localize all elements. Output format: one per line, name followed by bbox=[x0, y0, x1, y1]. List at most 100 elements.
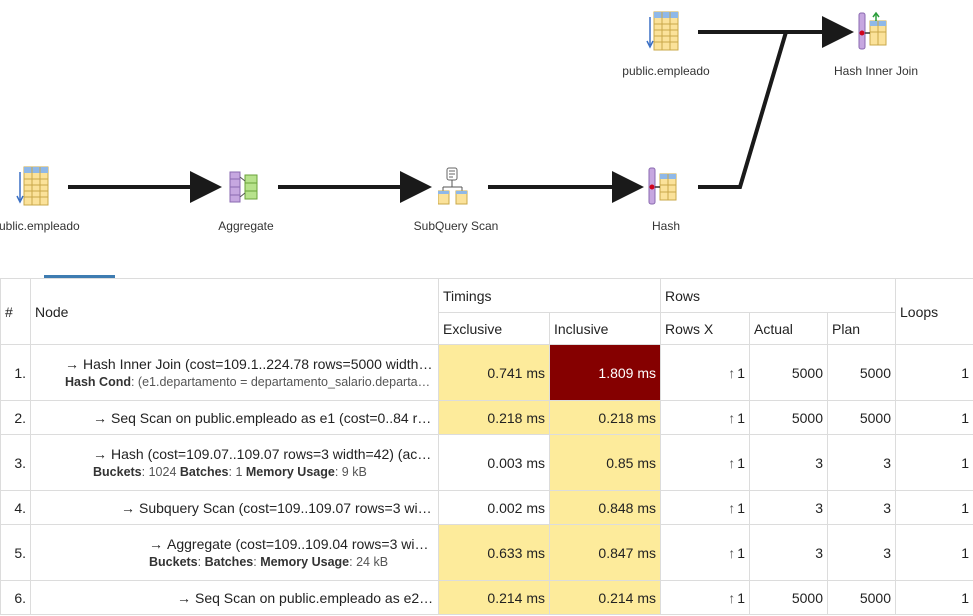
explain-analysis-table: # Node Timings Rows Loops Exclusive Incl… bbox=[0, 278, 973, 615]
node-description: → Seq Scan on public.empleado as e1 (cost… bbox=[93, 410, 434, 426]
rows-actual: 3 bbox=[749, 434, 828, 491]
table-header-row: # Node Timings Rows Loops bbox=[0, 278, 973, 345]
detail-key: Buckets bbox=[149, 555, 198, 569]
inclusive-time: 0.847 ms bbox=[549, 524, 661, 581]
rows-x: ↑ 1 bbox=[660, 580, 750, 615]
subquery-scan-icon bbox=[438, 167, 468, 205]
node-description: →Seq Scan on public.empleado as e2 (cost… bbox=[177, 590, 434, 606]
node-cell[interactable]: → Hash Inner Join (cost=109.1..224.78 row… bbox=[30, 344, 439, 401]
rows-actual: 5000 bbox=[749, 344, 828, 401]
rows-x-arrow-icon: ↑ bbox=[728, 589, 736, 606]
rows-x-arrow-icon: ↑ bbox=[728, 499, 736, 516]
rows-x: ↑ 1 bbox=[660, 434, 750, 491]
table-row[interactable]: 1. → Hash Inner Join (cost=109.1..224.78 r… bbox=[0, 344, 973, 401]
column-header-node[interactable]: Node bbox=[30, 278, 439, 345]
plan-node-label: public.empleado bbox=[622, 64, 710, 78]
detail-key: Hash Cond bbox=[65, 375, 131, 389]
node-text: Seq Scan on public.empleado as e1 (cost=… bbox=[111, 409, 434, 426]
rows-actual: 3 bbox=[749, 524, 828, 581]
node-cell[interactable]: → Subquery Scan (cost=109..109.07 rows=3 … bbox=[30, 490, 439, 525]
loops: 1 bbox=[895, 400, 973, 435]
node-description: → Subquery Scan (cost=109..109.07 rows=3 … bbox=[121, 500, 434, 516]
rows-plan: 5000 bbox=[827, 344, 896, 401]
column-header-inclusive[interactable]: Inclusive bbox=[549, 312, 661, 345]
node-cell[interactable]: → Seq Scan on public.empleado as e1 (cost… bbox=[30, 400, 439, 435]
detail-value: : 1024 bbox=[141, 465, 180, 479]
rows-x: ↑ 1 bbox=[660, 400, 750, 435]
aggregate-icon bbox=[229, 171, 258, 203]
explain-diagram: public.empleado Aggregate SubQuery Scan … bbox=[0, 0, 973, 278]
column-header-rows-x[interactable]: Rows X bbox=[660, 312, 750, 345]
loops: 1 bbox=[895, 490, 973, 525]
node-text: Aggregate (cost=109..109.04 rows=3 width… bbox=[167, 536, 434, 552]
rows-x: ↑ 1 bbox=[660, 524, 750, 581]
rows-x-value: 1 bbox=[737, 589, 745, 606]
detail-value: : 24 kB bbox=[349, 555, 389, 569]
node-cell[interactable]: →Seq Scan on public.empleado as e2 (cost… bbox=[30, 580, 439, 615]
rows-x: ↑ 1 bbox=[660, 490, 750, 525]
exclusive-time: 0.214 ms bbox=[438, 580, 550, 615]
table-row[interactable]: 4. → Subquery Scan (cost=109..109.07 rows=… bbox=[0, 490, 973, 525]
column-header-index[interactable]: # bbox=[0, 278, 31, 345]
detail-key: Memory Usage bbox=[260, 555, 350, 569]
inclusive-time: 0.848 ms bbox=[549, 490, 661, 525]
plan-edges bbox=[68, 16, 854, 203]
rows-x-value: 1 bbox=[737, 499, 745, 516]
node-text: Hash Inner Join (cost=109.1..224.78 rows… bbox=[83, 356, 434, 372]
plan-node-label: Hash Inner Join bbox=[833, 64, 919, 78]
plan-node-label: Hash bbox=[651, 219, 681, 233]
row-index: 4. bbox=[0, 490, 31, 525]
table-row[interactable]: 6. →Seq Scan on public.empleado as e2 (co… bbox=[0, 580, 973, 615]
column-header-actual[interactable]: Actual bbox=[749, 312, 828, 345]
loops: 1 bbox=[895, 524, 973, 581]
loops: 1 bbox=[895, 580, 973, 615]
seq-scan-icon bbox=[646, 11, 679, 51]
inclusive-time: 1.809 ms bbox=[549, 344, 661, 401]
column-header-loops[interactable]: Loops bbox=[895, 278, 973, 345]
node-text: Hash (cost=109.07..109.07 rows=3 width=4… bbox=[111, 446, 434, 462]
loops: 1 bbox=[895, 434, 973, 491]
node-description: → Hash (cost=109.07..109.07 rows=3 width=… bbox=[93, 446, 434, 462]
row-index: 6. bbox=[0, 580, 31, 615]
node-cell[interactable]: → Hash (cost=109.07..109.07 rows=3 width=… bbox=[30, 434, 439, 491]
row-index: 2. bbox=[0, 400, 31, 435]
child-arrow-icon: → bbox=[177, 589, 191, 606]
table-row[interactable]: 2. → Seq Scan on public.empleado as e1 (co… bbox=[0, 400, 973, 435]
table-row[interactable]: 3. → Hash (cost=109.07..109.07 rows=3 widt… bbox=[0, 434, 973, 491]
rows-x-value: 1 bbox=[737, 454, 745, 471]
exclusive-time: 0.741 ms bbox=[438, 344, 550, 401]
rows-x-arrow-icon: ↑ bbox=[728, 454, 736, 471]
inclusive-time: 0.218 ms bbox=[549, 400, 661, 435]
node-details: Buckets: Batches: Memory Usage: 24 kB bbox=[149, 555, 434, 569]
detail-value: : (e1.departamento = departamento_salari… bbox=[130, 375, 434, 389]
child-arrow-icon: → bbox=[65, 356, 79, 372]
table-row[interactable]: 5. → Aggregate (cost=109..109.04 rows=3 wi… bbox=[0, 524, 973, 581]
rows-x-value: 1 bbox=[737, 364, 745, 381]
child-arrow-icon: → bbox=[149, 536, 163, 552]
child-arrow-icon: → bbox=[121, 499, 135, 516]
exclusive-time: 0.002 ms bbox=[438, 490, 550, 525]
exclusive-time: 0.003 ms bbox=[438, 434, 550, 491]
detail-value: : 9 kB bbox=[334, 465, 367, 479]
hash-join-icon bbox=[858, 11, 887, 50]
column-header-exclusive[interactable]: Exclusive bbox=[438, 312, 550, 345]
hash-icon bbox=[648, 167, 677, 205]
node-cell[interactable]: → Aggregate (cost=109..109.04 rows=3 widt… bbox=[30, 524, 439, 581]
column-header-plan[interactable]: Plan bbox=[827, 312, 896, 345]
inclusive-time: 0.214 ms bbox=[549, 580, 661, 615]
node-description: → Hash Inner Join (cost=109.1..224.78 row… bbox=[65, 356, 434, 372]
exclusive-time: 0.633 ms bbox=[438, 524, 550, 581]
rows-actual: 3 bbox=[749, 490, 828, 525]
plan-node-label: public.empleado bbox=[0, 219, 80, 233]
rows-plan: 3 bbox=[827, 524, 896, 581]
row-index: 5. bbox=[0, 524, 31, 581]
seq-scan-icon bbox=[16, 166, 49, 206]
rows-actual: 5000 bbox=[749, 400, 828, 435]
child-arrow-icon: → bbox=[93, 409, 107, 426]
row-index: 3. bbox=[0, 434, 31, 491]
detail-key: Buckets bbox=[93, 465, 142, 479]
edge-hash-to-join bbox=[698, 31, 788, 189]
node-details: Buckets: 1024 Batches: 1 Memory Usage: 9… bbox=[93, 465, 434, 479]
rows-plan: 3 bbox=[827, 490, 896, 525]
rows-actual: 5000 bbox=[749, 580, 828, 615]
